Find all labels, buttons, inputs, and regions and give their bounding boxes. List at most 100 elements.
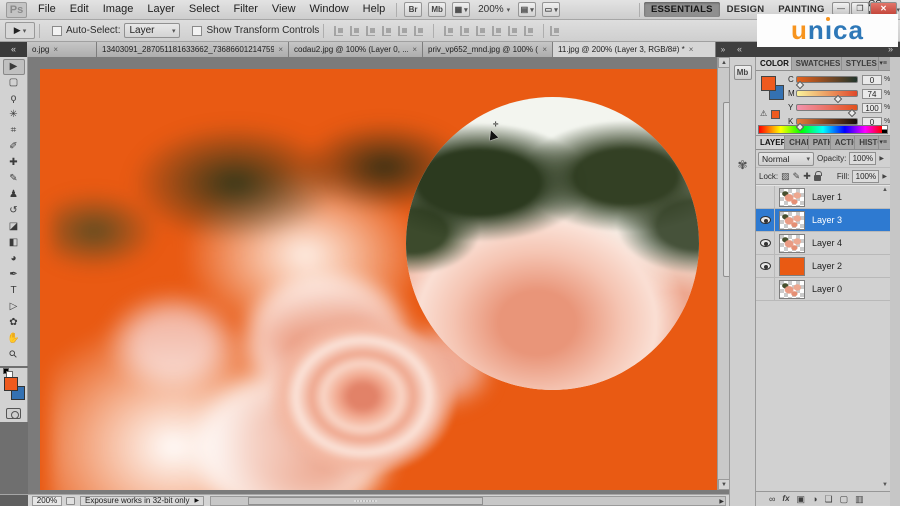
type-tool[interactable]: T	[3, 283, 25, 299]
pen-tool[interactable]: ✒	[3, 267, 25, 283]
opacity-slider-arrow[interactable]: ▶	[879, 155, 884, 162]
zoom-level-dropdown[interactable]: 200% ▾	[478, 4, 510, 15]
layer-thumbnail[interactable]	[779, 187, 805, 207]
layer-thumbnail[interactable]	[779, 233, 805, 253]
distribute-center-icon[interactable]	[506, 24, 520, 37]
fill-slider-arrow[interactable]: ▶	[882, 173, 887, 180]
horizontal-scroll-thumb[interactable]	[248, 496, 484, 505]
black-slider[interactable]	[795, 118, 858, 132]
arrange-documents-button[interactable]: ▤ ▾	[518, 2, 537, 17]
adjustment-layer-icon[interactable]: ◑	[812, 493, 817, 505]
align-middle-icon[interactable]	[348, 24, 362, 37]
auto-select-dropdown[interactable]: Layer ▾	[124, 23, 181, 38]
delete-layer-icon[interactable]: ▥	[855, 493, 864, 505]
visibility-toggle[interactable]	[756, 209, 775, 231]
layer-name[interactable]: Layer 3	[812, 215, 842, 225]
tab-overflow-chevron[interactable]: »	[716, 42, 730, 57]
layer-row-layer-3[interactable]: Layer 3	[756, 209, 890, 232]
bridge-button[interactable]: Br	[404, 2, 423, 17]
layer-thumbnail[interactable]	[779, 210, 805, 230]
distribute-left-icon[interactable]	[490, 24, 504, 37]
canvas-horizontal-scrollbar[interactable]: ▶	[210, 495, 726, 506]
tab-styles[interactable]: STYLES	[842, 57, 880, 70]
layer-row-layer-1[interactable]: Layer 1	[756, 186, 890, 209]
lock-pixels-icon[interactable]: ✎	[793, 171, 801, 181]
doc-tab-1[interactable]: o.jpg ×	[27, 42, 97, 57]
screen-mode-button[interactable]: ▭ ▾	[542, 2, 561, 17]
tab-history[interactable]: HISTC	[855, 136, 880, 149]
align-top-icon[interactable]	[332, 24, 346, 37]
align-bottom-icon[interactable]	[364, 24, 378, 37]
tab-close-icon[interactable]: ×	[542, 45, 547, 54]
distribute-bottom-icon[interactable]	[474, 24, 488, 37]
menu-layer[interactable]: Layer	[140, 0, 182, 19]
magic-wand-tool[interactable]: ✳	[3, 107, 25, 123]
tab-layers[interactable]: LAYERS	[756, 136, 786, 149]
tab-color[interactable]: COLOR	[756, 57, 792, 70]
auto-align-layers-icon[interactable]	[548, 24, 562, 37]
layers-scroll-down[interactable]: ▼	[882, 482, 888, 488]
tab-close-icon[interactable]: ×	[53, 45, 58, 54]
dock-collapse-chevron[interactable]: «	[737, 42, 742, 57]
show-transform-checkbox[interactable]	[192, 25, 203, 36]
visibility-toggle[interactable]	[756, 232, 775, 254]
distribute-top-icon[interactable]	[442, 24, 456, 37]
panel-menu-icon[interactable]: ▾≡	[879, 57, 890, 70]
auto-select-checkbox[interactable]	[52, 25, 62, 36]
layer-name[interactable]: Layer 1	[812, 192, 842, 202]
lock-position-icon[interactable]: ✚	[803, 171, 811, 181]
blend-mode-dropdown[interactable]: Normal ▾	[758, 151, 814, 166]
move-tool[interactable]: ▶	[2, 59, 25, 75]
fill-field[interactable]: 100%	[852, 169, 880, 183]
layer-mask-icon[interactable]: ▣	[797, 493, 806, 505]
new-layer-icon[interactable]: ▢	[840, 493, 849, 505]
gamut-color-swatch[interactable]	[771, 110, 780, 119]
layer-thumbnail[interactable]	[779, 256, 805, 276]
workspace-essentials[interactable]: ESSENTIALS	[643, 2, 720, 17]
menu-filter[interactable]: Filter	[226, 0, 264, 19]
shape-tool[interactable]: ✿	[3, 315, 25, 331]
scroll-right-arrow[interactable]: ▶	[719, 498, 724, 505]
menu-select[interactable]: Select	[182, 0, 227, 19]
lock-all-icon[interactable]	[813, 170, 822, 181]
align-right-icon[interactable]	[412, 24, 426, 37]
spectrum-bw-swatches[interactable]	[882, 126, 887, 133]
panel-menu-icon[interactable]: ▾≡	[879, 136, 890, 149]
healing-brush-tool[interactable]: ✚	[3, 155, 25, 171]
history-brush-tool[interactable]: ↺	[3, 203, 25, 219]
doc-tab-3[interactable]: codau2.jpg @ 100% (Layer 0, ... ×	[289, 42, 423, 57]
doc-tab-4[interactable]: priv_vp652_mnd.jpg @ 100% (... ×	[423, 42, 553, 57]
mini-bridge-panel-icon[interactable]: Mb	[733, 65, 752, 80]
magenta-value[interactable]: 74	[862, 88, 882, 99]
foreground-color-swatch[interactable]	[3, 377, 18, 391]
tab-actions[interactable]: ACTIC	[831, 136, 856, 149]
tab-paths[interactable]: PATH	[809, 136, 831, 149]
crop-tool[interactable]: ⌗	[3, 123, 25, 139]
align-center-icon[interactable]	[396, 24, 410, 37]
visibility-toggle[interactable]	[756, 278, 775, 300]
layer-thumbnail[interactable]	[779, 279, 805, 299]
tab-close-icon[interactable]: ×	[278, 45, 283, 54]
layer-name[interactable]: Layer 0	[812, 284, 842, 294]
layer-row-layer-0[interactable]: Layer 0	[756, 278, 890, 301]
tool-preset-picker[interactable]: ▶ ▾	[5, 22, 35, 39]
distribute-middle-icon[interactable]	[458, 24, 472, 37]
eraser-tool[interactable]: ◪	[3, 219, 25, 235]
tab-swatches[interactable]: SWATCHES	[792, 57, 842, 70]
menu-edit[interactable]: Edit	[63, 0, 96, 19]
eyedropper-tool[interactable]: ✐	[3, 139, 25, 155]
clone-stamp-tool[interactable]: ♟	[3, 187, 25, 203]
mini-bridge-button[interactable]: Mb	[428, 2, 447, 17]
path-select-tool[interactable]: ▷	[3, 299, 25, 315]
canvas-vertical-scrollbar[interactable]: ▲ ▼	[717, 57, 733, 490]
visibility-toggle[interactable]	[756, 255, 775, 277]
align-left-icon[interactable]	[380, 24, 394, 37]
dodge-tool[interactable]: ◕	[3, 251, 25, 267]
gamut-warning-icon[interactable]: ⚠	[760, 109, 767, 118]
yellow-value[interactable]: 100	[862, 102, 882, 113]
new-group-icon[interactable]: ❏	[825, 493, 833, 505]
visibility-toggle[interactable]	[756, 186, 775, 208]
tab-scroll-left[interactable]: «	[0, 42, 27, 57]
statusbar-zoom-field[interactable]: 200%	[32, 495, 62, 506]
menu-image[interactable]: Image	[96, 0, 141, 19]
